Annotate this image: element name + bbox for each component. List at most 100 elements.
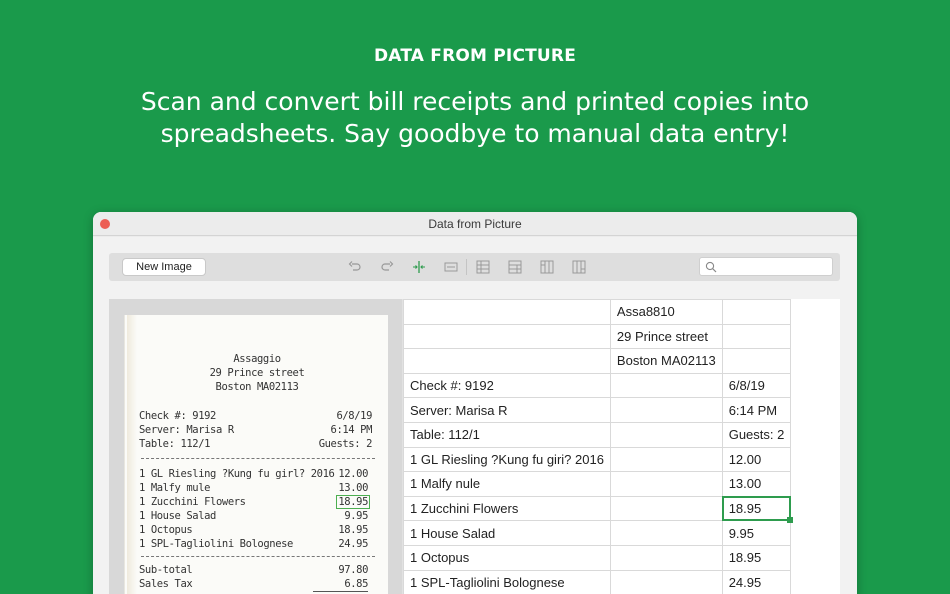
receipt-item-right: 24.95 [338,538,368,550]
table-cell[interactable] [609,544,723,571]
table-row: 1 House Salad 9.95 [403,520,792,546]
selected-cell[interactable]: 18.95 [721,495,794,524]
table-row: 1 Zucchini Flowers 18.95 [403,495,794,524]
table-cell[interactable] [609,397,723,423]
window-content: New Image Assaggio 29 Prince street Bost… [93,237,857,594]
table-cell[interactable] [403,323,611,350]
table-cell[interactable] [609,569,723,594]
table-cell[interactable]: 13.00 [721,471,792,497]
table-cell[interactable] [403,299,611,325]
table-cell[interactable] [609,520,723,546]
receipt-info-right: Guests: 2 [318,438,373,450]
promo-headline: DATA FROM PICTURE [373,46,577,66]
table-cell[interactable] [721,348,792,374]
table-cell[interactable]: 1 SPL-Tagliolini Bolognese [403,569,611,594]
workspace: Assaggio 29 Prince street Boston MA02113… [109,299,840,594]
receipt-divider [141,458,375,459]
image-pane: Assaggio 29 Prince street Boston MA02113… [109,299,402,594]
table-cell[interactable]: 1 Malfy nule [403,471,611,497]
receipt-total-right: 97.80 [338,564,368,576]
insert-column-left-icon[interactable] [539,259,555,275]
receipt-item-left: 1 GL Riesling ?Kung fu girl? 2016 [139,468,335,480]
receipt-item-right: 18.95 [338,524,368,536]
table-cell[interactable] [721,323,792,350]
merge-icon[interactable] [443,259,459,275]
receipt-item-left: 1 SPL-Tagliolini Bolognese [139,538,293,550]
spreadsheet-grid: Assa8810 29 Prince street Boston MA02113 Ch… [403,299,794,594]
receipt-highlighted-value: 18.95 [336,495,370,509]
table-cell[interactable]: Assa8810 [609,299,723,325]
table-cell[interactable]: 18.95 [721,544,792,571]
receipt-total-left: Sub-total [139,564,193,576]
table-cell[interactable]: 6/8/19 [721,372,792,399]
table-row: 1 GL Riesling ?Kung fu giri? 2016 12.00 [403,446,792,473]
table-cell[interactable]: 24.95 [721,569,792,594]
table-row: Table: 112/1 Guests: 2 [403,421,792,448]
toolbar: New Image [109,253,840,281]
receipt-item-right: 13.00 [338,482,368,494]
table-cell[interactable] [721,299,792,325]
promo-subline: Scan and convert bill receipts and print… [140,87,810,148]
table-cell[interactable]: 1 GL Riesling ?Kung fu giri? 2016 [403,446,611,473]
table-row: Check #: 9192 6/8/19 [403,372,792,399]
search-icon [705,261,717,273]
insert-row-below-icon[interactable] [507,259,523,275]
table-cell[interactable]: Boston MA02113 [609,348,723,374]
toolbar-separator [466,259,467,275]
undo-icon[interactable] [347,259,363,275]
table-row: 1 SPL-Tagliolini Bolognese 24.95 [403,569,792,594]
table-cell[interactable]: 1 Zucchini Flowers [403,495,611,522]
table-cell[interactable]: 29 Prince street [609,323,723,350]
insert-row-above-icon[interactable] [475,259,491,275]
fill-handle[interactable] [787,517,794,524]
table-cell[interactable]: Guests: 2 [721,421,792,448]
table-cell[interactable]: Server: Marisa R [403,397,611,423]
spreadsheet: Assa8810 29 Prince street Boston MA02113 Ch… [403,299,840,594]
receipt-info-left: Table: 112/1 [139,438,211,450]
receipt-item-right: 12.00 [338,468,368,480]
receipt-total-left: Sales Tax [139,578,193,590]
table-row: Boston MA02113 [403,348,792,374]
receipt-total-right: 6.85 [344,578,368,590]
table-cell[interactable] [609,471,723,497]
table-cell[interactable]: 12.00 [721,446,792,473]
receipt-info-right: 6:14 PM [330,424,373,436]
redo-icon[interactable] [379,259,395,275]
table-row: Assa8810 [403,299,792,325]
receipt-item-left: 1 House Salad [139,510,216,522]
title-bar[interactable]: Data from Picture [93,212,857,236]
table-cell[interactable] [609,372,723,399]
table-cell[interactable]: 9.95 [721,520,792,546]
new-image-button[interactable]: New Image [122,258,206,276]
split-column-icon[interactable] [411,259,427,275]
receipt-item-left: 1 Octopus [139,524,193,536]
receipt-divider [141,556,375,557]
receipt-image[interactable]: Assaggio 29 Prince street Boston MA02113… [124,315,388,594]
table-cell[interactable]: Check #: 9192 [403,372,611,399]
table-row: Server: Marisa R 6:14 PM [403,397,792,423]
table-cell[interactable] [609,495,723,522]
receipt-item-left: 1 Zucchini Flowers [139,496,246,508]
table-cell[interactable]: Table: 112/1 [403,421,611,448]
table-cell[interactable] [609,421,723,448]
app-window: Data from Picture New Image Assaggio 29 … [93,212,857,594]
table-cell[interactable]: 1 House Salad [403,520,611,546]
window-title: Data from Picture [428,217,522,231]
table-cell[interactable] [403,348,611,374]
receipt-total-rule [313,591,368,592]
receipt-item-left: 1 Malfy mule [139,482,211,494]
table-row: 1 Malfy nule 13.00 [403,471,792,497]
receipt-header-line: 29 Prince street [209,367,305,379]
receipt-info-right: 6/8/19 [336,410,372,422]
insert-column-right-icon[interactable] [571,259,587,275]
close-window-button[interactable] [100,219,110,229]
table-cell[interactable]: 6:14 PM [721,397,792,423]
receipt-info-left: Server: Marisa R [139,424,234,436]
table-row: 1 Octopus 18.95 [403,544,792,571]
table-cell[interactable]: 1 Octopus [403,544,611,571]
search-input[interactable] [699,257,833,276]
table-cell[interactable] [609,446,723,473]
receipt-item-right: 9.95 [344,510,368,522]
receipt-info-left: Check #: 9192 [139,410,216,422]
table-row: 29 Prince street [403,323,792,350]
